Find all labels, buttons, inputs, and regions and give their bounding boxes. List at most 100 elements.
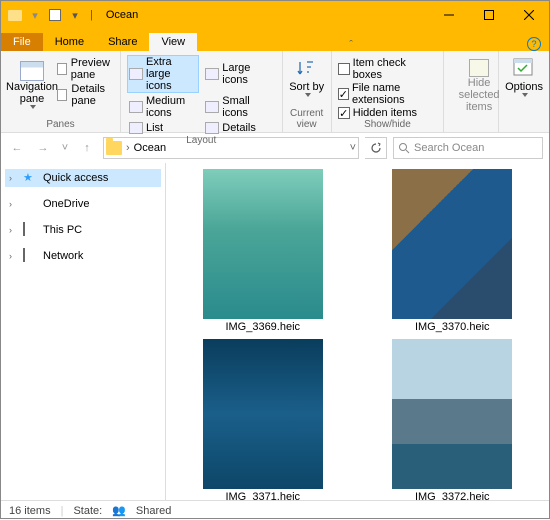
hidden-items-toggle[interactable]: ✓Hidden items — [338, 107, 437, 119]
navigation-pane-icon — [20, 61, 44, 81]
hide-selected-button[interactable]: Hide selected items — [454, 53, 504, 113]
layout-large-icons[interactable]: Large icons — [203, 55, 275, 93]
qat-dropdown-icon[interactable]: ▾ — [67, 7, 83, 23]
search-icon — [398, 142, 410, 154]
large-icons-icon — [205, 68, 219, 80]
state-label: State: — [73, 505, 102, 517]
forward-button[interactable]: → — [33, 138, 53, 158]
hide-selected-group: Hide selected items — [444, 51, 499, 132]
checkbox-icon — [338, 63, 350, 75]
item-check-boxes-toggle[interactable]: Item check boxes — [338, 57, 437, 81]
close-button[interactable] — [509, 1, 549, 29]
sort-icon — [295, 57, 319, 81]
navigation-tree: › ★ Quick access › OneDrive › This PC › … — [1, 163, 166, 500]
file-item[interactable]: IMG_3371.heic — [172, 339, 354, 500]
small-icons-icon — [205, 101, 219, 113]
status-bar: 16 items | State: 👥 Shared — [1, 500, 549, 520]
chevron-right-icon: › — [9, 173, 19, 183]
layout-medium-icons[interactable]: Medium icons — [127, 94, 199, 120]
star-icon: ★ — [23, 171, 39, 185]
state-value: Shared — [136, 505, 171, 517]
chevron-down-icon — [522, 93, 528, 97]
up-button[interactable]: ↑ — [77, 138, 97, 158]
ribbon-tabs: File Home Share View ˆ ? — [1, 29, 549, 51]
ribbon-group-options: Options — [499, 51, 549, 132]
files-pane[interactable]: IMG_3369.heic IMG_3370.heic IMG_3371.hei… — [166, 163, 549, 500]
preview-pane-button[interactable]: Preview pane — [57, 57, 114, 81]
ribbon-group-layout: Extra large icons Large icons Medium ico… — [121, 51, 283, 132]
details-pane-button[interactable]: Details pane — [57, 83, 114, 107]
chevron-right-icon: › — [9, 251, 19, 261]
thumbnail — [392, 169, 512, 319]
back-button[interactable]: ← — [7, 138, 27, 158]
tree-quick-access[interactable]: › ★ Quick access — [5, 169, 161, 187]
item-count: 16 items — [9, 505, 51, 517]
file-name-label: IMG_3370.heic — [415, 319, 490, 335]
chevron-down-icon[interactable]: ˅ — [350, 142, 356, 154]
tree-this-pc[interactable]: › This PC — [5, 221, 161, 239]
tab-file[interactable]: File — [1, 33, 43, 51]
group-label-layout: Layout — [127, 135, 276, 148]
collapse-ribbon-icon[interactable]: ˆ — [349, 39, 353, 51]
tab-view[interactable]: View — [149, 33, 197, 51]
search-input[interactable]: Search Ocean — [393, 137, 543, 159]
ribbon: Navigation pane Preview pane Details pan… — [1, 51, 549, 133]
hide-icon — [469, 59, 489, 77]
ribbon-group-current-view: Sort by Current view — [283, 51, 332, 132]
folder-icon — [106, 141, 122, 155]
pc-icon — [23, 223, 39, 237]
titlebar: ▾ ▾ | Ocean — [1, 1, 549, 29]
properties-icon[interactable] — [47, 7, 63, 23]
content-area: › ★ Quick access › OneDrive › This PC › … — [1, 163, 549, 500]
file-item[interactable]: IMG_3372.heic — [362, 339, 544, 500]
options-button[interactable]: Options — [505, 53, 543, 113]
group-label-current: Current view — [289, 108, 325, 132]
checkbox-checked-icon: ✓ — [338, 107, 350, 119]
minimize-button[interactable] — [429, 1, 469, 29]
onedrive-icon — [23, 197, 39, 211]
recent-dropdown[interactable]: ˅ — [59, 138, 71, 158]
file-name-extensions-toggle[interactable]: ✓File name extensions — [338, 82, 437, 106]
sort-by-button[interactable]: Sort by — [289, 53, 325, 108]
tab-home[interactable]: Home — [43, 33, 96, 51]
layout-extra-large-icons[interactable]: Extra large icons — [127, 55, 199, 93]
layout-details[interactable]: Details — [203, 121, 275, 135]
folder-icon — [7, 7, 23, 23]
chevron-right-icon: › — [9, 225, 19, 235]
search-placeholder: Search Ocean — [414, 142, 484, 154]
preview-pane-icon — [57, 63, 67, 75]
network-icon — [23, 249, 39, 263]
thumbnail — [203, 339, 323, 489]
details-pane-icon — [57, 89, 67, 101]
refresh-button[interactable] — [365, 137, 387, 159]
layout-list[interactable]: List — [127, 121, 199, 135]
layout-small-icons[interactable]: Small icons — [203, 94, 275, 120]
tree-onedrive[interactable]: › OneDrive — [5, 195, 161, 213]
file-item[interactable]: IMG_3370.heic — [362, 169, 544, 335]
thumbnail — [392, 339, 512, 489]
thumbnail — [203, 169, 323, 319]
qat-item[interactable]: ▾ — [27, 7, 43, 23]
file-name-label: IMG_3369.heic — [225, 319, 300, 335]
checkbox-checked-icon: ✓ — [338, 88, 349, 100]
file-name-label: IMG_3372.heic — [415, 489, 490, 500]
maximize-button[interactable] — [469, 1, 509, 29]
list-icon — [129, 122, 143, 134]
file-item[interactable]: IMG_3369.heic — [172, 169, 354, 335]
chevron-down-icon — [305, 93, 311, 97]
chevron-down-icon — [30, 105, 36, 109]
options-icon — [512, 57, 536, 81]
shared-icon: 👥 — [112, 504, 126, 517]
tab-share[interactable]: Share — [96, 33, 149, 51]
group-label-panes: Panes — [7, 119, 114, 132]
help-icon[interactable]: ? — [527, 37, 541, 51]
group-label-showhide: Show/hide — [338, 119, 437, 132]
navigation-pane-button[interactable]: Navigation pane — [7, 53, 57, 113]
ribbon-group-panes: Navigation pane Preview pane Details pan… — [1, 51, 121, 132]
extra-large-icons-icon — [129, 68, 143, 80]
window-title: Ocean — [106, 9, 138, 21]
tree-network[interactable]: › Network — [5, 247, 161, 265]
file-name-label: IMG_3371.heic — [225, 489, 300, 500]
ribbon-group-show-hide: Item check boxes ✓File name extensions ✓… — [332, 51, 444, 132]
details-icon — [205, 122, 219, 134]
